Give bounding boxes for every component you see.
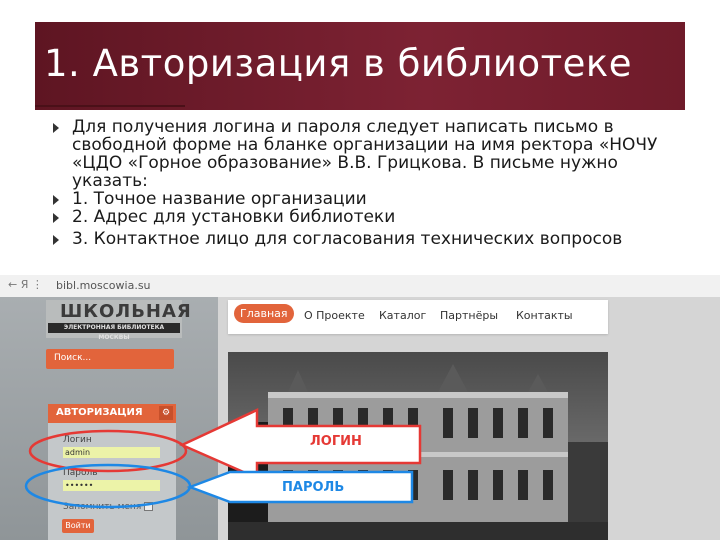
login-callout: ЛОГИН	[310, 434, 390, 454]
callout-overlay	[24, 408, 422, 509]
login-callout-label: ЛОГИН	[310, 434, 362, 449]
password-callout-label: ПАРОЛЬ	[282, 480, 345, 495]
password-callout: ПАРОЛЬ	[282, 480, 372, 500]
